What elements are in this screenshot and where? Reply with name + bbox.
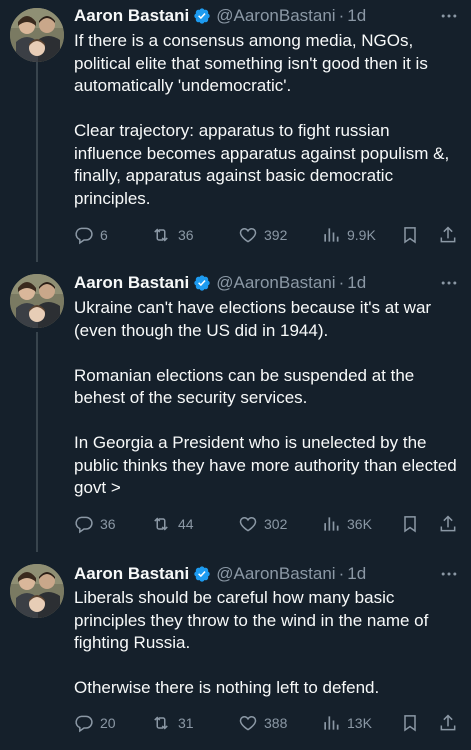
like-count: 388 — [264, 715, 288, 731]
tweet-thread: Aaron Bastani @AaronBastani · 1d If ther… — [0, 0, 471, 750]
heart-icon — [239, 227, 257, 243]
reply-icon — [75, 516, 93, 534]
handle[interactable]: @AaronBastani — [216, 272, 335, 294]
verified-badge-icon — [193, 274, 211, 292]
handle[interactable]: @AaronBastani — [216, 5, 335, 27]
avatar[interactable] — [10, 564, 64, 618]
thread-connector — [36, 332, 38, 552]
like-count: 392 — [264, 227, 288, 243]
share-button[interactable] — [438, 711, 464, 735]
views-chart-icon — [324, 716, 339, 730]
reply-count: 36 — [100, 516, 116, 532]
like-button[interactable]: 388 — [238, 711, 287, 735]
verified-badge-icon — [193, 565, 211, 583]
tweet-actions: 6 36 392 9.9K — [74, 223, 462, 247]
like-button[interactable]: 302 — [238, 512, 287, 536]
handle[interactable]: @AaronBastani — [216, 563, 335, 585]
bookmark-button[interactable] — [400, 711, 426, 735]
repost-button[interactable]: 44 — [150, 512, 194, 536]
reply-button[interactable]: 6 — [74, 223, 108, 247]
display-name[interactable]: Aaron Bastani — [74, 563, 189, 585]
separator: · — [338, 564, 345, 583]
tweet[interactable]: Aaron Bastani @AaronBastani · 1d Liberal… — [0, 552, 471, 750]
view-count: 36K — [347, 516, 372, 532]
reply-count: 20 — [100, 715, 116, 731]
share-button[interactable] — [438, 512, 464, 536]
views-button[interactable]: 36K — [321, 512, 372, 536]
like-button[interactable]: 392 — [238, 223, 287, 247]
timestamp[interactable]: 1d — [347, 5, 366, 27]
reply-count: 6 — [100, 227, 108, 243]
display-name[interactable]: Aaron Bastani — [74, 5, 189, 27]
separator: · — [338, 6, 345, 25]
repost-button[interactable]: 36 — [150, 223, 194, 247]
avatar[interactable] — [10, 8, 64, 62]
share-icon — [440, 714, 456, 731]
timestamp[interactable]: 1d — [347, 272, 366, 294]
repost-icon — [154, 517, 168, 531]
tweet-text: Liberals should be careful how many basi… — [74, 588, 429, 697]
tweet[interactable]: Aaron Bastani @AaronBastani · 1d If ther… — [0, 0, 471, 262]
timestamp[interactable]: 1d — [347, 563, 366, 585]
share-icon — [440, 226, 456, 243]
heart-icon — [239, 715, 257, 731]
more-horizontal-icon[interactable] — [437, 273, 461, 295]
reply-icon — [75, 715, 93, 733]
share-button[interactable] — [438, 223, 464, 247]
repost-icon — [154, 716, 168, 730]
reply-button[interactable]: 20 — [74, 711, 116, 735]
bookmark-button[interactable] — [400, 223, 426, 247]
tweet-header: Aaron Bastani @AaronBastani · 1d — [74, 5, 366, 27]
views-button[interactable]: 13K — [321, 711, 372, 735]
tweet-text: Ukraine can't have elections because it'… — [74, 298, 457, 497]
view-count: 13K — [347, 715, 372, 731]
tweet-header: Aaron Bastani @AaronBastani · 1d — [74, 272, 366, 294]
reply-button[interactable]: 36 — [74, 512, 116, 536]
verified-badge-icon — [193, 7, 211, 25]
views-button[interactable]: 9.9K — [321, 223, 376, 247]
view-count: 9.9K — [347, 227, 376, 243]
tweet[interactable]: Aaron Bastani @AaronBastani · 1d Ukraine… — [0, 262, 471, 552]
tweet-actions: 36 44 302 36K — [74, 512, 462, 536]
views-chart-icon — [324, 228, 339, 242]
separator: · — [338, 273, 345, 292]
tweet-text: If there is a consensus among media, NGO… — [74, 31, 450, 208]
views-chart-icon — [324, 517, 339, 531]
reply-icon — [75, 227, 93, 245]
thread-connector — [36, 62, 38, 262]
tweet-header: Aaron Bastani @AaronBastani · 1d — [74, 563, 366, 585]
bookmark-icon — [404, 227, 416, 244]
more-horizontal-icon[interactable] — [437, 564, 461, 586]
repost-count: 31 — [178, 715, 194, 731]
repost-count: 44 — [178, 516, 194, 532]
bookmark-button[interactable] — [400, 512, 426, 536]
repost-icon — [154, 228, 168, 242]
like-count: 302 — [264, 516, 288, 532]
repost-count: 36 — [178, 227, 194, 243]
display-name[interactable]: Aaron Bastani — [74, 272, 189, 294]
tweet-actions: 20 31 388 13K — [74, 711, 462, 735]
avatar[interactable] — [10, 274, 64, 328]
heart-icon — [239, 516, 257, 532]
more-horizontal-icon[interactable] — [437, 6, 461, 28]
bookmark-icon — [404, 516, 416, 533]
share-icon — [440, 515, 456, 532]
bookmark-icon — [404, 715, 416, 732]
repost-button[interactable]: 31 — [150, 711, 194, 735]
